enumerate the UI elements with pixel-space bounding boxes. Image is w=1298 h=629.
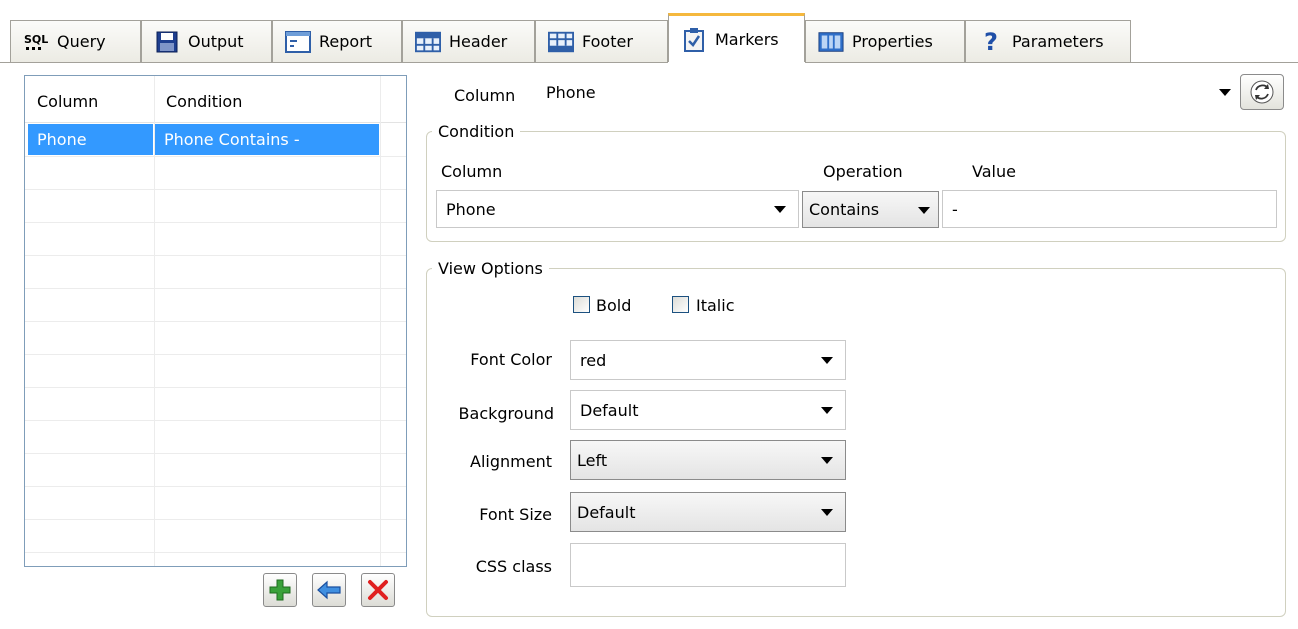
plus-icon	[269, 579, 291, 601]
tab-label: Report	[319, 32, 373, 51]
operation-value: Contains	[809, 200, 880, 219]
font-size-value: Default	[577, 502, 636, 522]
grid-line	[25, 420, 406, 421]
grid-line	[25, 321, 406, 322]
background-select[interactable]: Default	[570, 390, 846, 430]
column-header[interactable]: Column	[37, 92, 98, 111]
report-icon	[285, 30, 311, 54]
condition-header[interactable]: Condition	[166, 92, 242, 111]
tab-parameters[interactable]: ? Parameters	[965, 20, 1131, 62]
condition-column-header: Column	[441, 162, 503, 181]
view-options-legend: View Options	[432, 259, 549, 278]
grid-line	[25, 156, 406, 157]
condition-value-input[interactable]: -	[942, 190, 1277, 228]
tab-label: Header	[449, 32, 508, 51]
value-header: Value	[972, 162, 1016, 181]
x-delete-icon	[368, 580, 388, 600]
chevron-down-icon	[821, 357, 833, 364]
tab-markers[interactable]: Markers	[668, 13, 805, 63]
condition-column-value: Phone	[446, 199, 496, 219]
add-marker-button[interactable]	[263, 573, 297, 607]
font-color-label: Font Color	[470, 350, 552, 369]
condition-value-text: -	[952, 199, 958, 219]
markers-list-header: Column Condition	[25, 76, 406, 123]
tab-properties[interactable]: Properties	[805, 20, 965, 62]
grid-line	[25, 354, 406, 355]
css-class-input[interactable]	[570, 543, 846, 587]
font-size-select[interactable]: Default	[570, 492, 846, 532]
grid-line	[25, 519, 406, 520]
tab-output[interactable]: Output	[141, 20, 272, 62]
arrow-left-icon	[317, 580, 341, 600]
chevron-down-icon	[774, 206, 786, 213]
tab-label: Footer	[582, 32, 633, 51]
bold-checkbox[interactable]	[573, 296, 590, 313]
grid-line	[25, 387, 406, 388]
refresh-button[interactable]	[1240, 74, 1284, 110]
refresh-icon	[1250, 80, 1274, 104]
sql-icon: SQL	[23, 30, 49, 54]
grid-line	[25, 552, 406, 553]
tab-footer[interactable]: Footer	[535, 20, 668, 62]
row-column-cell[interactable]: Phone	[28, 124, 153, 155]
tab-label: Output	[188, 32, 244, 51]
markers-list[interactable]: Column Condition Phone Phone Contains -	[24, 75, 407, 567]
checklist-icon	[681, 27, 707, 52]
question-mark-icon: ?	[984, 27, 998, 56]
background-label: Background	[458, 404, 554, 423]
tab-label: Query	[57, 32, 106, 51]
tab-label: Parameters	[1012, 32, 1104, 51]
background-value: Default	[580, 400, 639, 420]
grid-line	[25, 288, 406, 289]
italic-checkbox[interactable]	[672, 296, 689, 313]
tab-strip: SQL Query Output Report Header Footer Ma…	[0, 0, 1298, 63]
column-select[interactable]: Phone	[536, 74, 1238, 110]
move-marker-button[interactable]	[312, 573, 346, 607]
alignment-select[interactable]: Left	[570, 440, 846, 480]
bold-label[interactable]: Bold	[596, 296, 631, 315]
grid-line	[25, 189, 406, 190]
chevron-down-icon	[821, 509, 833, 516]
tab-label: Markers	[715, 30, 779, 49]
font-size-label: Font Size	[479, 505, 552, 524]
tab-header[interactable]: Header	[402, 20, 535, 62]
grid-line	[25, 453, 406, 454]
tab-label: Properties	[852, 32, 933, 51]
table-header-icon	[415, 30, 441, 54]
column-select-value: Phone	[546, 82, 596, 102]
column-label: Column	[454, 86, 516, 105]
grid-line	[25, 222, 406, 223]
italic-label[interactable]: Italic	[696, 296, 734, 315]
view-options-group	[426, 268, 1286, 617]
floppy-disk-icon	[154, 30, 180, 54]
css-class-label: CSS class	[475, 557, 552, 576]
table-footer-icon	[548, 30, 574, 54]
font-color-select[interactable]: red	[570, 340, 846, 380]
alignment-value: Left	[577, 450, 608, 470]
grid-line	[25, 486, 406, 487]
chevron-down-icon	[821, 457, 833, 464]
tab-query[interactable]: SQL Query	[10, 20, 141, 62]
condition-column-select[interactable]: Phone	[436, 190, 799, 228]
active-tab-gap	[668, 62, 805, 63]
grid-line	[25, 255, 406, 256]
row-condition-cell[interactable]: Phone Contains -	[155, 124, 379, 155]
tab-report[interactable]: Report	[272, 20, 402, 62]
condition-legend: Condition	[432, 122, 521, 141]
svg-text:SQL: SQL	[24, 33, 48, 46]
tab-strip-baseline	[0, 62, 1298, 63]
chevron-down-icon	[918, 206, 930, 214]
chevron-down-icon	[1219, 89, 1231, 96]
operation-select[interactable]: Contains	[802, 191, 939, 228]
operation-header: Operation	[823, 162, 903, 181]
chevron-down-icon	[821, 407, 833, 414]
properties-icon	[818, 30, 844, 54]
alignment-label: Alignment	[470, 452, 552, 471]
delete-marker-button[interactable]	[361, 573, 395, 607]
font-color-value: red	[580, 350, 607, 370]
